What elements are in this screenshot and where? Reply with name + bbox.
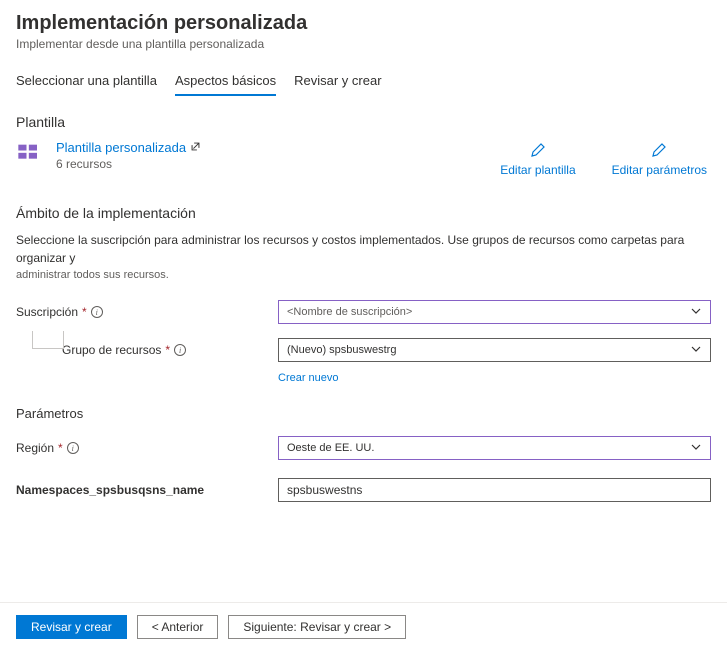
pencil-icon: [612, 142, 707, 161]
edit-template-button[interactable]: Editar plantilla: [500, 142, 575, 177]
subscription-select[interactable]: <Nombre de suscripción>: [278, 300, 711, 324]
review-create-button[interactable]: Revisar y crear: [16, 615, 127, 639]
resource-group-select[interactable]: (Nuevo) spsbuswestrg: [278, 338, 711, 362]
pencil-icon: [500, 142, 575, 161]
region-value: Oeste de EE. UU.: [287, 442, 374, 454]
required-marker: *: [58, 441, 63, 455]
page-title: Implementación personalizada: [16, 12, 711, 35]
subscription-label: Suscripción * i: [16, 305, 278, 319]
external-link-icon: [190, 140, 201, 155]
chevron-down-icon: [690, 305, 702, 320]
create-new-link[interactable]: Crear nuevo: [278, 372, 339, 384]
template-icon: [16, 140, 44, 171]
required-marker: *: [82, 305, 87, 319]
info-icon[interactable]: i: [91, 306, 103, 318]
template-link[interactable]: Plantilla personalizada: [56, 140, 201, 155]
chevron-down-icon: [690, 441, 702, 456]
resource-group-value: (Nuevo) spsbuswestrg: [287, 344, 396, 356]
template-resource-count: 6 recursos: [56, 157, 201, 171]
footer-bar: Revisar y crear < Anterior Siguiente: Re…: [0, 602, 727, 651]
page-subtitle: Implementar desde una plantilla personal…: [16, 37, 711, 51]
parameters-heading: Parámetros: [16, 406, 711, 421]
edit-template-label: Editar plantilla: [500, 163, 575, 177]
namespace-name-input[interactable]: [278, 478, 711, 502]
subscription-value: <Nombre de suscripción>: [287, 306, 412, 318]
tab-basics[interactable]: Aspectos básicos: [175, 73, 276, 96]
info-icon[interactable]: i: [67, 442, 79, 454]
tab-review-create[interactable]: Revisar y crear: [294, 73, 381, 96]
edit-parameters-button[interactable]: Editar parámetros: [612, 142, 707, 177]
region-label: Región * i: [16, 441, 278, 455]
template-link-label: Plantilla personalizada: [56, 140, 186, 155]
region-select[interactable]: Oeste de EE. UU.: [278, 436, 711, 460]
scope-description-2: administrar todos sus recursos.: [16, 269, 711, 281]
scope-description-1: Seleccione la suscripción para administr…: [16, 231, 711, 267]
namespace-name-label: Namespaces_spsbusqsns_name: [16, 483, 278, 497]
edit-parameters-label: Editar parámetros: [612, 163, 707, 177]
tabs: Seleccionar una plantilla Aspectos básic…: [16, 73, 711, 96]
tree-connector: [32, 331, 64, 349]
next-button[interactable]: Siguiente: Revisar y crear >: [228, 615, 406, 639]
tab-select-template[interactable]: Seleccionar una plantilla: [16, 73, 157, 96]
previous-button[interactable]: < Anterior: [137, 615, 219, 639]
chevron-down-icon: [690, 343, 702, 358]
required-marker: *: [165, 343, 170, 357]
scope-heading: Ámbito de la implementación: [16, 205, 711, 221]
info-icon[interactable]: i: [174, 344, 186, 356]
template-section-heading: Plantilla: [16, 114, 711, 130]
